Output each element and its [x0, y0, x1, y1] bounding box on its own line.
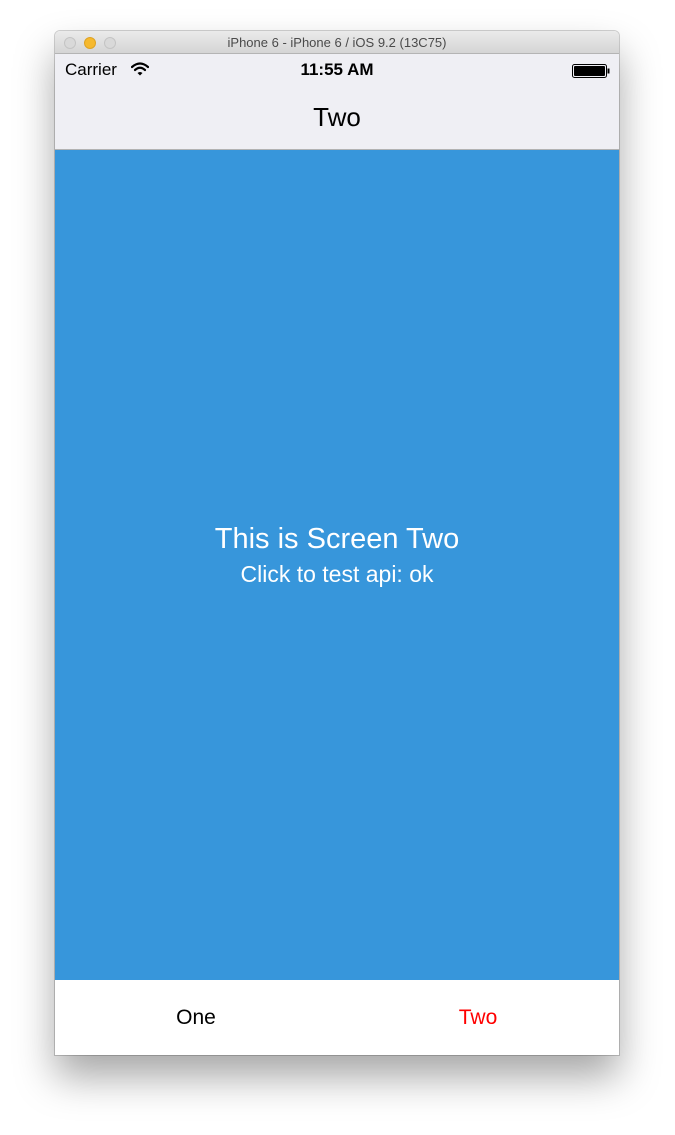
- tab-bar: One Two: [55, 980, 619, 1055]
- tab-one[interactable]: One: [55, 980, 337, 1055]
- simulator-window: iPhone 6 - iPhone 6 / iOS 9.2 (13C75) Ca…: [55, 31, 619, 1055]
- screen-content: This is Screen Two Click to test api: ok: [55, 150, 619, 980]
- screen-title: This is Screen Two: [214, 523, 460, 555]
- navigation-header: Carrier 11:55 AM Two: [55, 54, 619, 150]
- window-title: iPhone 6 - iPhone 6 / iOS 9.2 (13C75): [227, 35, 447, 50]
- window-titlebar: iPhone 6 - iPhone 6 / iOS 9.2 (13C75): [55, 31, 619, 54]
- test-api-button[interactable]: Click to test api: ok: [55, 561, 619, 588]
- nav-title: Two: [313, 102, 361, 132]
- battery-icon: [572, 64, 610, 78]
- status-time: 11:55 AM: [300, 60, 374, 79]
- tab-two[interactable]: Two: [337, 980, 619, 1055]
